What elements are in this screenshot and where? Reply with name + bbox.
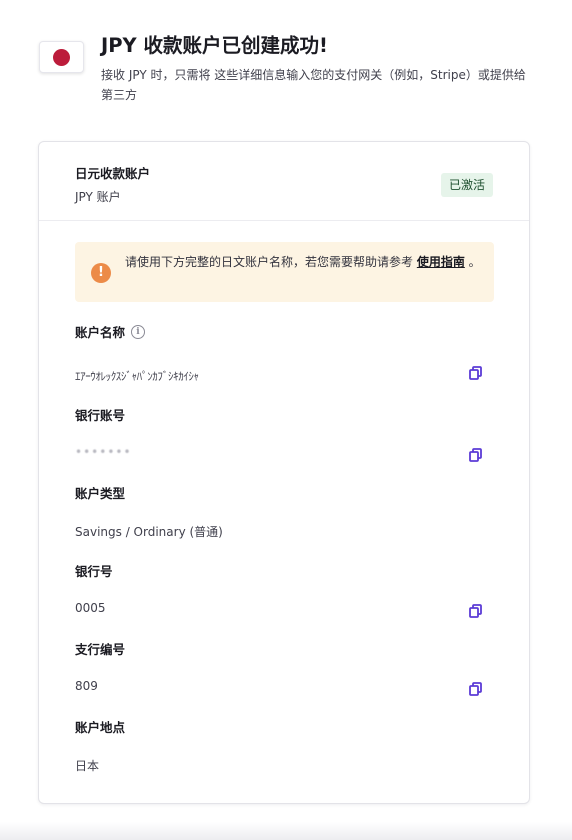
bank-code-value: 0005 — [75, 601, 106, 615]
field-label-text: 账户名称 — [75, 325, 126, 340]
card-header: 日元收款账户 JPY 账户 已激活 — [39, 142, 529, 221]
warning-icon: ! — [91, 263, 111, 283]
bank-account-label: 银行账号 — [75, 405, 125, 424]
field-label-text: 账户类型 — [75, 486, 126, 501]
copy-icon[interactable] — [468, 603, 484, 619]
account-location-label: 账户地点 — [75, 717, 125, 736]
copy-icon[interactable] — [468, 681, 484, 697]
copy-icon[interactable] — [468, 365, 484, 381]
account-title: 日元收款账户 — [75, 166, 151, 181]
account-location-value: 日本 — [75, 759, 100, 773]
page-subtitle: 接收 JPY 时，只需将 这些详细信息输入您的支付网关（例如，Stripe）或提… — [101, 68, 526, 102]
account-name-label: 账户名称 i — [75, 322, 146, 341]
bottom-edge — [0, 822, 572, 840]
branch-code-value: 809 — [75, 679, 98, 693]
flag-circle — [53, 48, 70, 66]
account-type-label: 账户类型 — [75, 483, 125, 502]
account-name-value: ｴｱｰｳｵﾚｯｸｽｼﾞｬﾊﾟﾝｶﾌﾞｼｷｶｲｼｬ — [75, 370, 199, 383]
notice-suffix: 。 — [464, 255, 481, 269]
account-type-value: Savings / Ordinary (普通) — [75, 525, 223, 539]
field-label-text: 银行账号 — [75, 408, 126, 423]
copy-icon[interactable] — [468, 447, 484, 463]
notice-banner: ! 请使用下方完整的日文账户名称，若您需要帮助请参考 使用指南 。 — [75, 242, 494, 302]
notice-text: 请使用下方完整的日文账户名称，若您需要帮助请参考 — [125, 255, 417, 269]
field-label-text: 支行编号 — [75, 642, 126, 657]
account-subtitle: JPY 账户 — [75, 190, 121, 204]
field-label-text: 账户地点 — [75, 720, 126, 735]
field-label-text: 银行号 — [75, 564, 113, 579]
info-icon[interactable]: i — [131, 324, 146, 339]
bank-code-label: 银行号 — [75, 561, 113, 580]
guide-link[interactable]: 使用指南 — [417, 255, 465, 269]
bank-account-value: ••••••• — [75, 445, 132, 459]
account-details-card: 日元收款账户 JPY 账户 已激活 ! 请使用下方完整的日文账户名称，若您需要帮… — [38, 141, 530, 804]
japan-flag-icon — [39, 41, 84, 73]
page-title: JPY 收款账户已创建成功! — [101, 34, 328, 57]
status-badge: 已激活 — [440, 173, 493, 197]
notice-message: 请使用下方完整的日文账户名称，若您需要帮助请参考 使用指南 。 — [125, 252, 485, 273]
branch-code-label: 支行编号 — [75, 639, 125, 658]
